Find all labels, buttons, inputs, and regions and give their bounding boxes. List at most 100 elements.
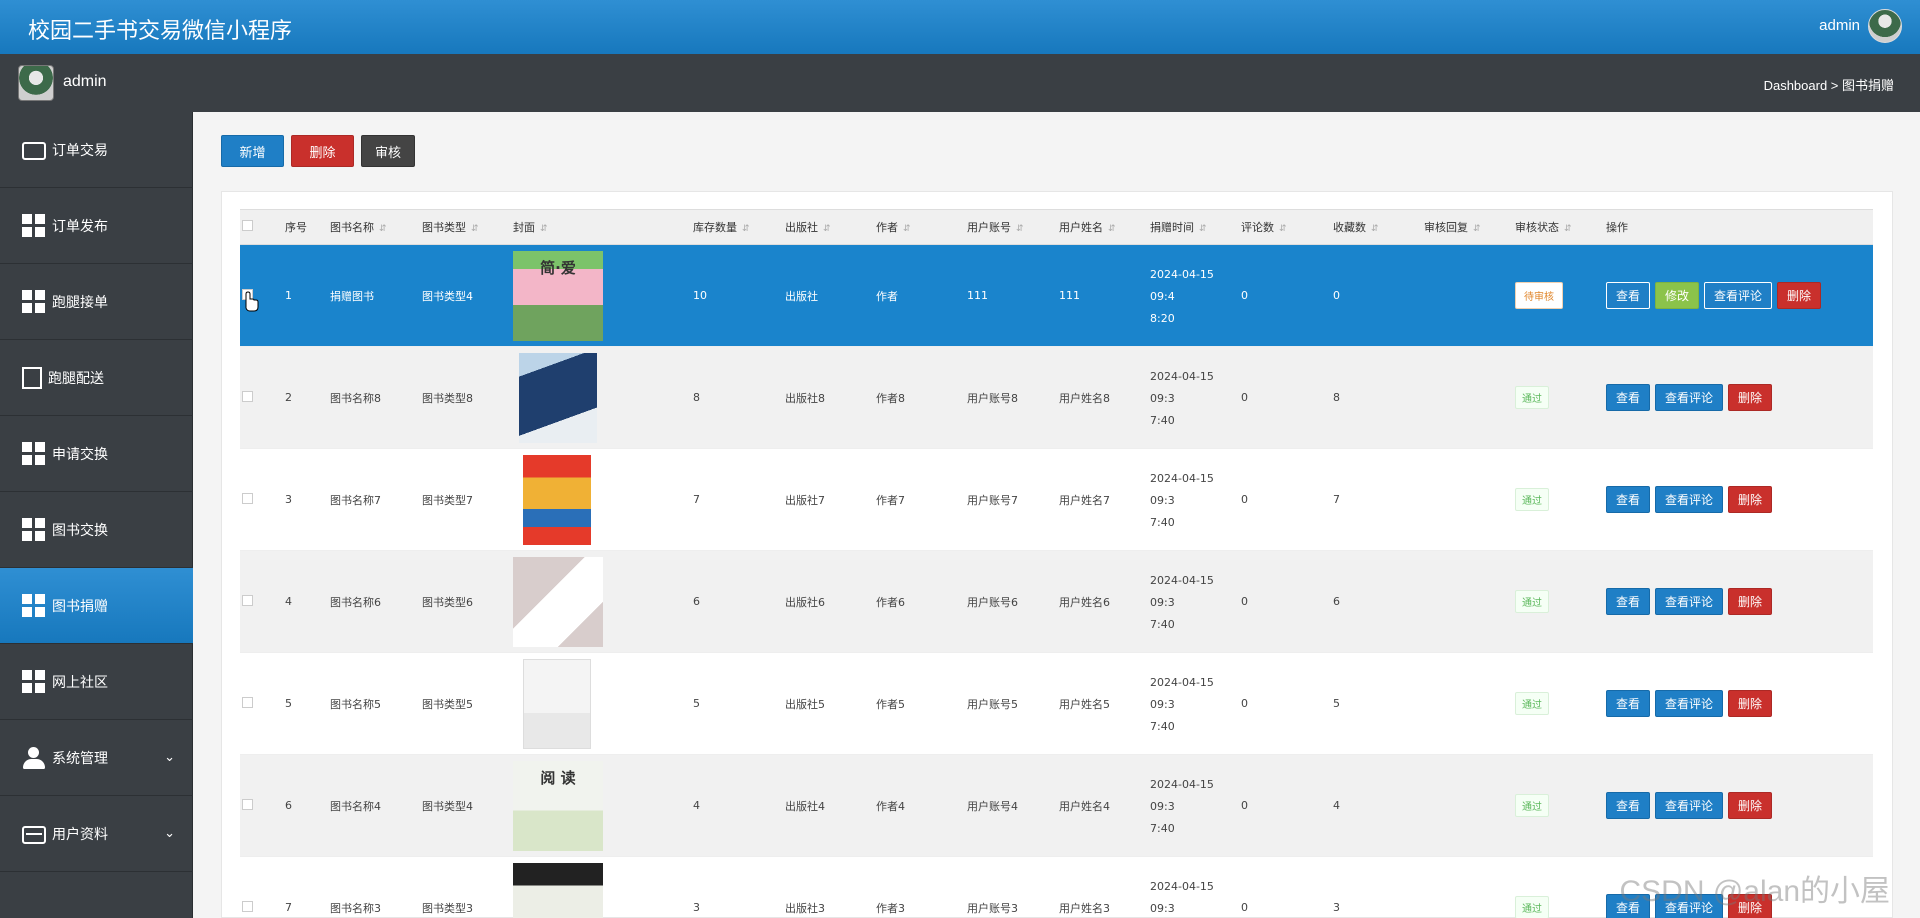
sort-icon[interactable]: ⇵ — [1371, 224, 1379, 234]
sidebar-item-book-exchange[interactable]: 图书交换 — [0, 492, 193, 568]
row-delete-button[interactable]: 删除 — [1728, 486, 1773, 513]
cell-book-name: 图书名称3 — [330, 901, 381, 915]
sidebar-item-community[interactable]: 网上社区 — [0, 644, 193, 720]
sidebar-item-label: 图书捐赠 — [52, 598, 108, 615]
chevron-down-icon: ⌄ — [164, 750, 175, 765]
row-delete-button[interactable]: 删除 — [1728, 384, 1773, 411]
sidebar-item-order-publish[interactable]: 订单发布 — [0, 188, 193, 264]
cell-favorites: 6 — [1333, 595, 1340, 608]
row-checkbox[interactable] — [240, 347, 285, 449]
col-header[interactable]: 用户账号 ⇵ — [967, 210, 1059, 245]
table-row[interactable]: 5 图书名称5 图书类型5 5 出版社5 作者5 用户账号5 用户姓名5 2024-04-15 … — [240, 653, 1873, 755]
sort-icon[interactable]: ⇵ — [1199, 224, 1207, 234]
cell-reply — [1424, 857, 1515, 918]
view-comments-button[interactable]: 查看评论 — [1655, 690, 1724, 717]
view-button[interactable]: 查看 — [1606, 792, 1651, 819]
col-header[interactable]: 封面 ⇵ — [513, 210, 693, 245]
row-checkbox[interactable] — [240, 551, 285, 653]
sort-icon[interactable]: ⇵ — [1473, 224, 1481, 234]
col-header[interactable]: 捐赠时间 ⇵ — [1150, 210, 1241, 245]
col-header[interactable]: 图书类型 ⇵ — [422, 210, 513, 245]
row-delete-button[interactable]: 删除 — [1728, 690, 1773, 717]
col-header[interactable]: 审核回复 ⇵ — [1424, 210, 1515, 245]
sort-icon[interactable]: ⇵ — [903, 224, 911, 234]
book-cover-image: 简·爱 — [513, 250, 603, 341]
sort-icon[interactable]: ⇵ — [1108, 224, 1116, 234]
sort-icon[interactable]: ⇵ — [1016, 224, 1024, 234]
view-button[interactable]: 查看 — [1606, 486, 1651, 513]
sort-icon[interactable]: ⇵ — [1564, 224, 1572, 234]
cell-stock: 10 — [693, 289, 707, 302]
row-delete-button[interactable]: 删除 — [1728, 588, 1773, 615]
cell-username: 用户姓名7 — [1059, 493, 1110, 507]
add-button[interactable]: 新增 — [221, 135, 284, 167]
sort-icon[interactable]: ⇵ — [1279, 224, 1287, 234]
audit-button[interactable]: 审核 — [361, 135, 415, 167]
row-checkbox[interactable] — [240, 653, 285, 755]
sidebar-item-system[interactable]: 系统管理 ⌄ — [0, 720, 193, 796]
table-row[interactable]: 6 图书名称4 图书类型4 阅 读 4 出版社4 作者4 用户账号4 用户姓名4 2024-04-… — [240, 754, 1873, 857]
cell-actions: 查看 查看评论 删除 — [1606, 347, 1873, 449]
view-comments-button[interactable]: 查看评论 — [1655, 588, 1724, 615]
table-row[interactable]: 3 图书名称7 图书类型7 7 出版社7 作者7 用户账号7 用户姓名7 2024-04-15 … — [240, 449, 1873, 551]
sidebar-item-book-donation[interactable]: 图书捐赠 — [0, 568, 193, 644]
col-header-label: 审核回复 — [1424, 221, 1468, 234]
table-row[interactable]: 2 图书名称8 图书类型8 8 出版社8 作者8 用户账号8 用户姓名8 2024-04-15 … — [240, 346, 1873, 449]
cell-comments: 0 — [1241, 901, 1248, 914]
sidebar-item-order-trade[interactable]: 订单交易 — [0, 112, 193, 188]
view-button[interactable]: 查看 — [1606, 690, 1651, 717]
sidebar-item-errand-accept[interactable]: 跑腿接单 — [0, 264, 193, 340]
sidebar-item-user-profile[interactable]: 用户资料 ⌄ — [0, 796, 193, 872]
grid-icon — [22, 289, 46, 314]
select-all-checkbox[interactable] — [240, 210, 285, 245]
cell-cover: 简·爱 — [513, 245, 693, 347]
cell-book-type: 图书类型8 — [422, 391, 473, 405]
view-comments-button[interactable]: 查看评论 — [1655, 486, 1724, 513]
col-header[interactable]: 评论数 ⇵ — [1241, 210, 1333, 245]
table-row[interactable]: 4 图书名称6 图书类型6 6 出版社6 作者6 用户账号6 用户姓名6 2024-04-15 … — [240, 550, 1873, 653]
sidebar-item-exchange-request[interactable]: 申请交换 — [0, 416, 193, 492]
sort-icon[interactable]: ⇵ — [823, 224, 831, 234]
cell-no: 6 — [285, 799, 292, 812]
sort-icon[interactable]: ⇵ — [742, 224, 750, 234]
row-checkbox[interactable] — [240, 857, 285, 918]
col-header-label: 捐赠时间 — [1150, 221, 1194, 234]
view-comments-button[interactable]: 查看评论 — [1655, 384, 1724, 411]
cell-cover — [513, 347, 693, 449]
col-header[interactable]: 用户姓名 ⇵ — [1059, 210, 1150, 245]
view-comments-button[interactable]: 查看评论 — [1655, 792, 1724, 819]
row-delete-button[interactable]: 删除 — [1728, 792, 1773, 819]
time-line-2: 7:40 — [1150, 617, 1175, 631]
cell-comments: 0 — [1241, 799, 1248, 812]
row-delete-button[interactable]: 删除 — [1777, 282, 1822, 309]
col-header-label: 序号 — [285, 221, 307, 234]
sidebar-item-errand-delivery[interactable]: 跑腿配送 — [0, 340, 193, 416]
table-row[interactable]: 1 捐赠图书 图书类型4 简·爱 10 出版社 作者 111 111 2024-04-15 09:… — [240, 244, 1873, 347]
view-button[interactable]: 查看 — [1606, 282, 1651, 309]
header-username[interactable]: admin — [1819, 17, 1860, 34]
sort-icon[interactable]: ⇵ — [471, 224, 479, 234]
cell-author: 作者3 — [876, 901, 905, 915]
row-checkbox[interactable] — [240, 449, 285, 551]
delete-button[interactable]: 删除 — [291, 135, 354, 167]
book-cover-image: 阅 读 — [513, 760, 603, 851]
sort-icon[interactable]: ⇵ — [379, 224, 387, 234]
row-checkbox[interactable] — [240, 755, 285, 857]
edit-button[interactable]: 修改 — [1655, 282, 1700, 309]
view-button[interactable]: 查看 — [1606, 384, 1651, 411]
sidebar-item-label: 图书交换 — [52, 522, 108, 539]
header-avatar[interactable] — [1868, 9, 1902, 43]
col-header[interactable]: 审核状态 ⇵ — [1515, 210, 1606, 245]
sort-icon[interactable]: ⇵ — [540, 224, 548, 234]
col-header[interactable]: 作者 ⇵ — [876, 210, 967, 245]
col-header[interactable]: 图书名称 ⇵ — [330, 210, 422, 245]
cell-book-type: 图书类型4 — [422, 289, 473, 303]
view-button[interactable]: 查看 — [1606, 588, 1651, 615]
sidebar-item-label: 订单发布 — [52, 218, 108, 235]
view-comments-button[interactable]: 查看评论 — [1704, 282, 1773, 309]
cell-comments: 0 — [1241, 595, 1248, 608]
col-header[interactable]: 收藏数 ⇵ — [1333, 210, 1424, 245]
cell-publisher: 出版社 — [785, 289, 818, 303]
col-header[interactable]: 库存数量 ⇵ — [693, 210, 785, 245]
col-header[interactable]: 出版社 ⇵ — [785, 210, 876, 245]
